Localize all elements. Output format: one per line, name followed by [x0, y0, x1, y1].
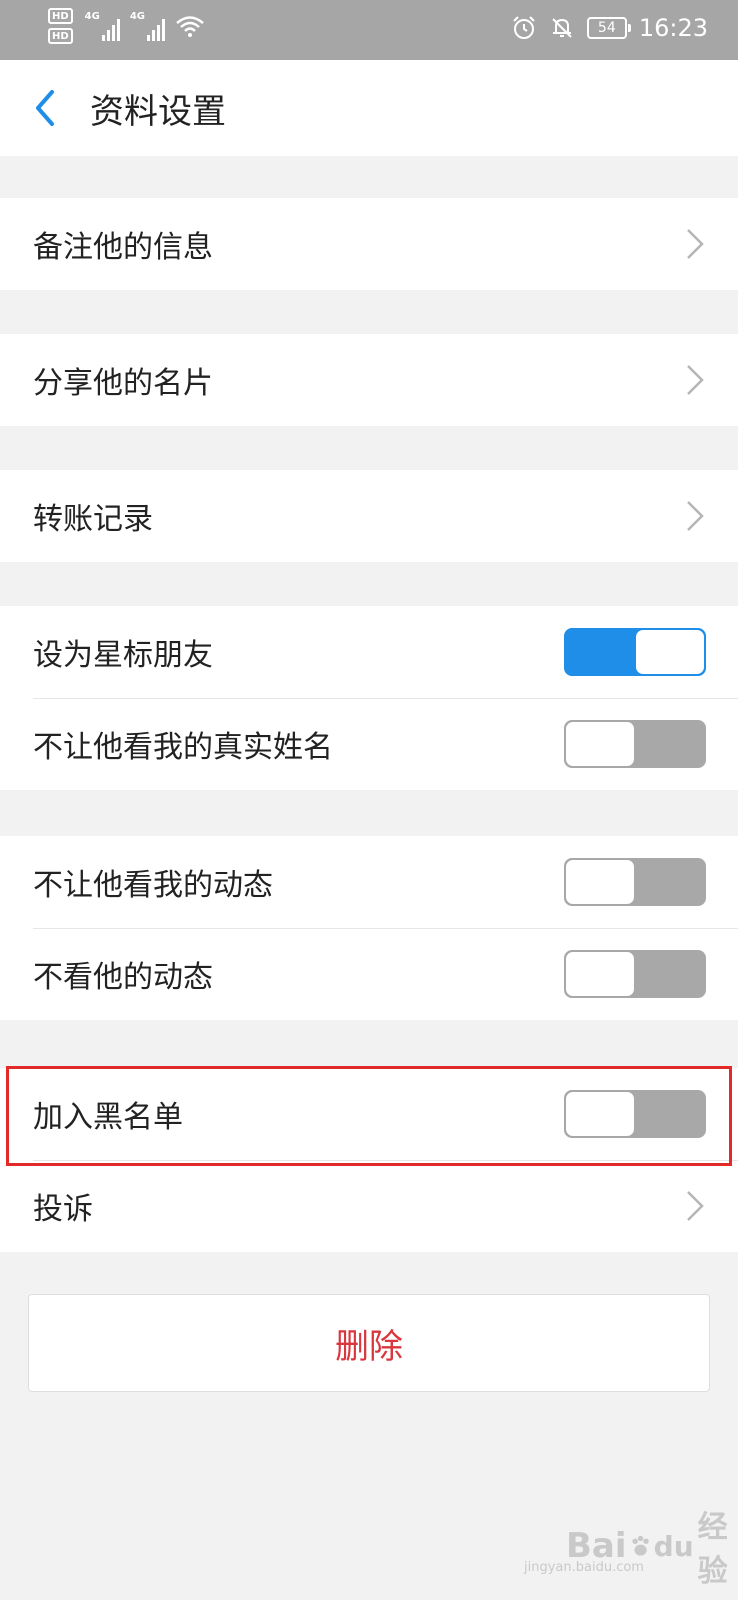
watermark-url: jingyan.baidu.com: [524, 1560, 644, 1575]
mute-icon: [552, 18, 572, 38]
group-share: 分享他的名片: [0, 334, 738, 426]
row-label: 加入黑名单: [33, 1100, 183, 1135]
header: 资料设置: [0, 60, 738, 156]
status-right: 54 16:23: [511, 14, 708, 42]
hd-badge: HD: [48, 8, 73, 24]
row-hide-real-name: 不让他看我的真实姓名: [0, 698, 738, 790]
wifi-icon: [176, 16, 204, 37]
chevron-right-icon: [687, 365, 704, 395]
battery-indicator: 54: [586, 17, 631, 39]
row-complain[interactable]: 投诉: [0, 1160, 738, 1252]
delete-button[interactable]: 删除: [28, 1294, 710, 1392]
star-friend-toggle[interactable]: [564, 628, 706, 676]
toggle-knob: [566, 952, 634, 996]
watermark-text: du: [653, 1529, 694, 1563]
group-star-privacy: 设为星标朋友 不让他看我的真实姓名: [0, 606, 738, 790]
network-label: 4G: [129, 11, 146, 22]
hide-real-name-toggle[interactable]: [564, 720, 706, 768]
row-label: 转账记录: [33, 502, 153, 537]
toggle-knob: [566, 1092, 634, 1136]
delete-label: 删除: [335, 1326, 403, 1367]
signal-icon: 4G: [129, 11, 166, 41]
status-left: HD HD 4G 4G: [48, 8, 205, 44]
group-moments: 不让他看我的动态 不看他的动态: [0, 836, 738, 1020]
row-label: 不让他看我的动态: [33, 868, 273, 903]
row-label: 分享他的名片: [33, 366, 213, 401]
row-hide-my-moments: 不让他看我的动态: [0, 836, 738, 928]
row-share-card[interactable]: 分享他的名片: [0, 334, 738, 426]
row-transfer-records[interactable]: 转账记录: [0, 470, 738, 562]
row-label: 不看他的动态: [33, 960, 213, 995]
chevron-right-icon: [687, 501, 704, 531]
row-hide-his-moments: 不看他的动态: [0, 928, 738, 1020]
back-button[interactable]: [0, 60, 90, 156]
chevron-right-icon: [687, 1191, 704, 1221]
blacklist-toggle[interactable]: [564, 1090, 706, 1138]
status-bar: HD HD 4G 4G 54 16:23: [0, 0, 738, 60]
signal-icon: 4G: [85, 11, 120, 41]
row-star-friend: 设为星标朋友: [0, 606, 738, 698]
toggle-knob: [566, 860, 634, 904]
network-label: 4G: [84, 11, 100, 22]
alarm-icon: [513, 16, 535, 39]
page-title: 资料设置: [90, 91, 226, 132]
hd-badge: HD: [48, 28, 73, 44]
hd-badges: HD HD: [48, 8, 73, 44]
hide-my-moments-toggle[interactable]: [564, 858, 706, 906]
toggle-knob: [636, 630, 704, 674]
paw-icon: [631, 1535, 649, 1556]
chevron-left-icon: [36, 90, 54, 126]
row-label: 备注他的信息: [33, 230, 213, 265]
row-remark[interactable]: 备注他的信息: [0, 198, 738, 290]
group-remark: 备注他的信息: [0, 198, 738, 290]
group-blacklist: 加入黑名单 投诉: [0, 1068, 738, 1252]
baidu-watermark: Bai du 经验: [566, 1502, 738, 1590]
group-transfer: 转账记录: [0, 470, 738, 562]
chevron-right-icon: [687, 229, 704, 259]
row-label: 设为星标朋友: [33, 638, 213, 673]
hide-his-moments-toggle[interactable]: [564, 950, 706, 998]
watermark-text: 经验: [697, 1510, 728, 1589]
row-label: 不让他看我的真实姓名: [33, 730, 333, 765]
row-label: 投诉: [33, 1192, 93, 1227]
toggle-knob: [566, 722, 634, 766]
row-blacklist: 加入黑名单: [0, 1068, 738, 1160]
clock: 16:23: [638, 14, 708, 42]
